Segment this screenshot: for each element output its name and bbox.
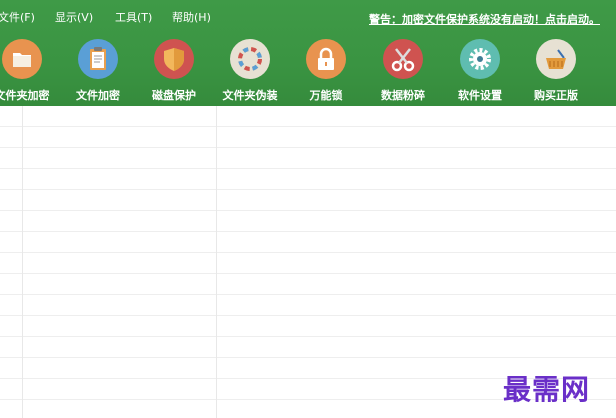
menu-help[interactable]: 帮助(H) — [172, 9, 211, 25]
shield-icon — [154, 39, 194, 79]
grid-column-divider — [22, 106, 23, 418]
buy-license-button[interactable]: 购买正版 — [518, 39, 594, 103]
scissors-icon — [383, 39, 423, 79]
file-encrypt-button[interactable]: 文件加密 — [60, 39, 136, 103]
tool-label: 软件设置 — [458, 89, 502, 102]
tool-label: 文件加密 — [76, 89, 120, 102]
tool-label: 文件夹加密 — [0, 89, 50, 102]
grid-column-divider — [216, 106, 217, 418]
warning-link[interactable]: 警告：加密文件保护系统没有启动！点击启动。 — [369, 11, 600, 27]
software-settings-button[interactable]: 软件设置 — [442, 39, 518, 103]
clipboard-icon — [78, 39, 118, 79]
folder-icon — [2, 39, 42, 79]
tool-label: 数据粉碎 — [381, 89, 425, 102]
menu-tools[interactable]: 工具(T) — [115, 9, 152, 25]
folder-encrypt-button[interactable]: 文件夹加密 — [0, 39, 60, 103]
watermark-logo: 最需网 — [503, 373, 591, 406]
tool-label: 万能锁 — [309, 89, 343, 102]
lock-icon — [306, 39, 346, 79]
header-toolbar: 文件(F) 显示(V) 工具(T) 帮助(H) 警告：加密文件保护系统没有启动！… — [0, 0, 616, 106]
color-wheel-icon — [230, 39, 270, 79]
menu-file[interactable]: 文件(F) — [0, 9, 35, 25]
folder-disguise-button[interactable]: 文件夹伪装 — [212, 39, 288, 103]
data-shred-button[interactable]: 数据粉碎 — [365, 39, 441, 103]
disk-protect-button[interactable]: 磁盘保护 — [136, 39, 212, 103]
basket-icon — [536, 39, 576, 79]
tool-label: 购买正版 — [534, 89, 578, 102]
tool-label: 文件夹伪装 — [222, 89, 278, 102]
menu-view[interactable]: 显示(V) — [55, 9, 93, 25]
gear-icon — [460, 39, 500, 79]
universal-lock-button[interactable]: 万能锁 — [288, 39, 364, 103]
tool-label: 磁盘保护 — [152, 89, 196, 102]
